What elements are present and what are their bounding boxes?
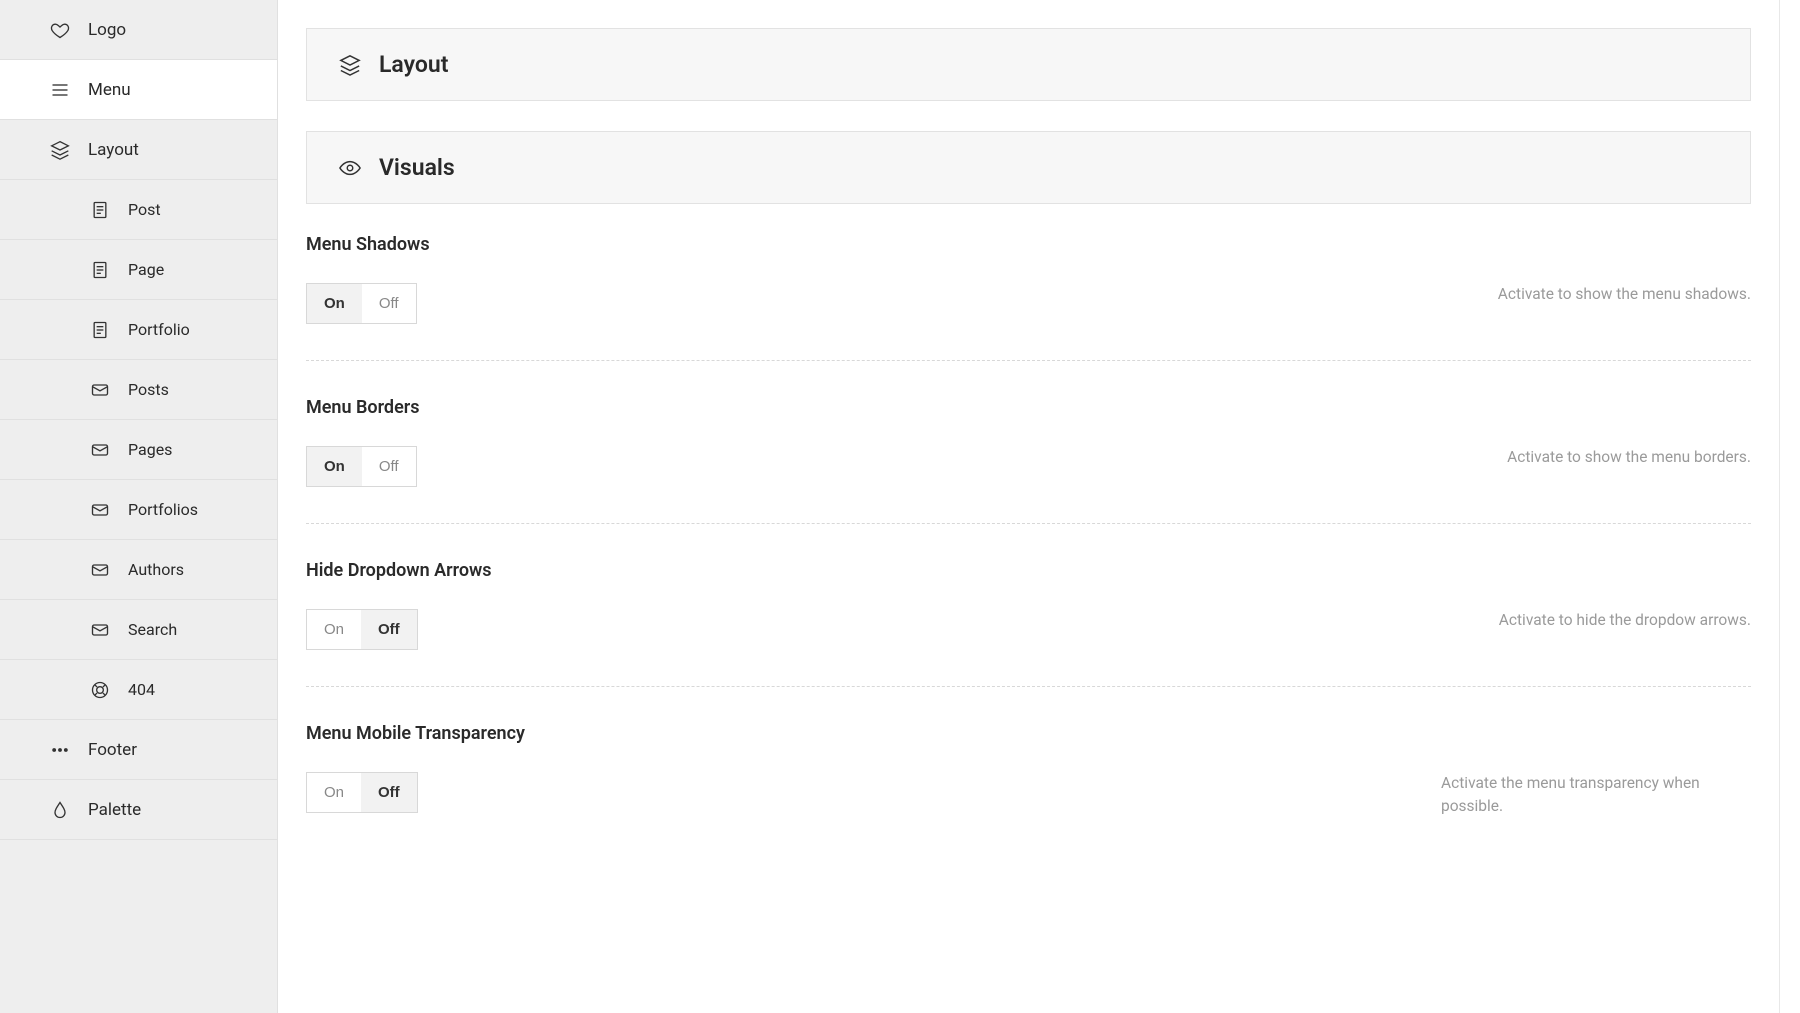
sidebar-item-label: Post	[128, 200, 161, 219]
toggle-off-button[interactable]: Off	[362, 447, 416, 486]
sidebar-item-post[interactable]: Post	[0, 180, 277, 240]
sidebar-item-portfolio[interactable]: Portfolio	[0, 300, 277, 360]
sidebar-item-menu[interactable]: Menu	[0, 60, 277, 120]
sidebar-item-search[interactable]: Search	[0, 600, 277, 660]
toggle: OnOff	[306, 609, 418, 650]
toggle-off-button[interactable]: Off	[362, 284, 416, 323]
sidebar-item-label: Authors	[128, 560, 184, 579]
mail-icon	[90, 440, 110, 460]
drop-icon	[50, 800, 70, 820]
toggle: OnOff	[306, 446, 417, 487]
sidebar-item-label: 404	[128, 680, 155, 699]
setting-title: Menu Borders	[306, 397, 1751, 418]
sidebar-item-page[interactable]: Page	[0, 240, 277, 300]
toggle-on-button[interactable]: On	[307, 773, 361, 812]
sidebar-item-label: Layout	[88, 140, 139, 160]
toggle: OnOff	[306, 772, 418, 813]
setting-3: Menu Mobile Transparency OnOff Activate th…	[306, 723, 1751, 855]
sidebar-item-404[interactable]: 404	[0, 660, 277, 720]
doc-icon	[90, 200, 110, 220]
toggle: OnOff	[306, 283, 417, 324]
setting-description: Activate to show the menu shadows.	[1498, 283, 1751, 306]
setting-title: Menu Mobile Transparency	[306, 723, 1751, 744]
setting-row: OnOff Activate to hide the dropdow arrows…	[306, 609, 1751, 650]
section-visuals-header[interactable]: Visuals	[306, 131, 1751, 204]
sidebar-item-palette[interactable]: Palette	[0, 780, 277, 840]
setting-1: Menu Borders OnOff Activate to show the me…	[306, 397, 1751, 524]
doc-icon	[90, 260, 110, 280]
toggle-on-button[interactable]: On	[307, 447, 362, 486]
layers-icon	[339, 54, 361, 76]
dots-icon	[50, 740, 70, 760]
sidebar-item-posts[interactable]: Posts	[0, 360, 277, 420]
setting-description: Activate to hide the dropdow arrows.	[1499, 609, 1751, 632]
sidebar-item-label: Pages	[128, 440, 172, 459]
sidebar-item-label: Menu	[88, 80, 131, 100]
sidebar-item-label: Search	[128, 620, 177, 639]
setting-title: Menu Shadows	[306, 234, 1751, 255]
toggle-on-button[interactable]: On	[307, 610, 361, 649]
mail-icon	[90, 560, 110, 580]
eye-icon	[339, 157, 361, 179]
sidebar: Logo Menu Layout Post Page Portfolio Posts Page…	[0, 0, 278, 1013]
layers-icon	[50, 140, 70, 160]
section-layout-title: Layout	[379, 51, 448, 78]
toggle-off-button[interactable]: Off	[361, 773, 417, 812]
sidebar-item-logo[interactable]: Logo	[0, 0, 277, 60]
sidebar-item-label: Portfolio	[128, 320, 190, 339]
help-icon	[90, 680, 110, 700]
toggle-off-button[interactable]: Off	[361, 610, 417, 649]
toggle-on-button[interactable]: On	[307, 284, 362, 323]
section-layout-header[interactable]: Layout	[306, 28, 1751, 101]
heart-icon	[50, 20, 70, 40]
main-content: Layout Visuals Menu ShadowsOnOffActivate…	[278, 0, 1780, 1013]
mail-icon	[90, 620, 110, 640]
doc-icon	[90, 320, 110, 340]
mail-icon	[90, 500, 110, 520]
sidebar-item-label: Logo	[88, 20, 126, 40]
menu-icon	[50, 80, 70, 100]
sidebar-item-label: Page	[128, 260, 164, 279]
setting-row: OnOff Activate the menu transparency when…	[306, 772, 1751, 819]
sidebar-item-portfolios[interactable]: Portfolios	[0, 480, 277, 540]
setting-0: Menu Shadows OnOff Activate to show the me…	[306, 234, 1751, 361]
setting-row: OnOff Activate to show the menu borders.	[306, 446, 1751, 487]
sidebar-item-label: Palette	[88, 800, 141, 820]
mail-icon	[90, 380, 110, 400]
sidebar-item-footer[interactable]: Footer	[0, 720, 277, 780]
sidebar-item-layout[interactable]: Layout	[0, 120, 277, 180]
setting-description: Activate the menu transparency when poss…	[1441, 772, 1751, 819]
section-visuals-title: Visuals	[379, 154, 455, 181]
sidebar-item-label: Footer	[88, 740, 137, 760]
sidebar-item-label: Posts	[128, 380, 169, 399]
settings-list: Menu ShadowsOnOffActivate to show the me…	[306, 234, 1751, 855]
sidebar-item-label: Portfolios	[128, 500, 198, 519]
setting-description: Activate to show the menu borders.	[1507, 446, 1751, 469]
sidebar-item-authors[interactable]: Authors	[0, 540, 277, 600]
setting-row: OnOff Activate to show the menu shadows.	[306, 283, 1751, 324]
setting-title: Hide Dropdown Arrows	[306, 560, 1751, 581]
setting-2: Hide Dropdown Arrows OnOff Activate to hid…	[306, 560, 1751, 687]
sidebar-item-pages[interactable]: Pages	[0, 420, 277, 480]
